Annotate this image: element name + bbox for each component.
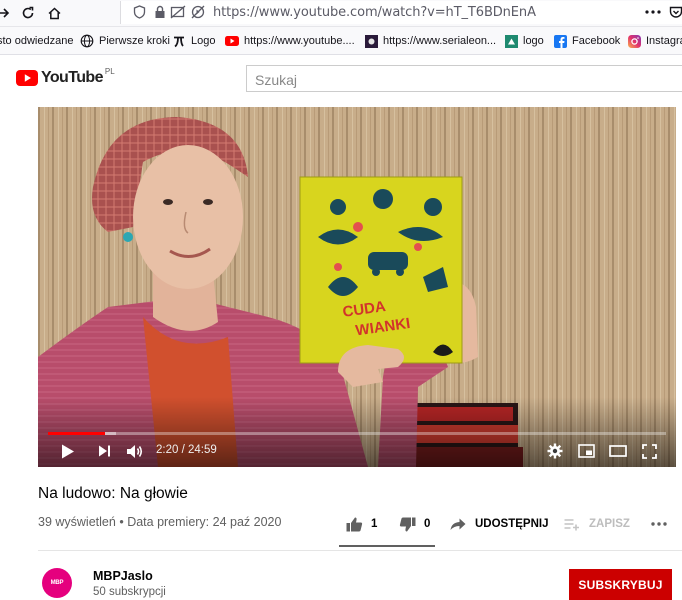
autoplay-blocked-icon[interactable] (190, 4, 206, 20)
shield-icon[interactable] (131, 4, 147, 20)
home-icon[interactable] (44, 3, 64, 23)
site-icon (364, 34, 378, 48)
video-player[interactable]: CUDA WIANKI 2:20 / 24:59 (38, 107, 676, 467)
next-button[interactable] (94, 441, 114, 461)
more-actions-icon[interactable] (643, 4, 663, 20)
volume-icon (127, 444, 143, 458)
channel-avatar-logo: MBP (50, 580, 64, 586)
next-icon (98, 445, 110, 457)
channel-name[interactable]: MBPJaslo (93, 569, 153, 583)
more-actions-button[interactable] (650, 513, 676, 535)
search-input[interactable] (253, 69, 677, 90)
fullscreen-button[interactable] (639, 441, 659, 461)
time-display: 2:20 / 24:59 (156, 444, 217, 456)
permissions-icon[interactable] (170, 4, 186, 20)
bookmark-most-visited[interactable]: sto odwiedzane (0, 33, 73, 49)
thumbs-down-icon (398, 515, 416, 533)
bookmark-logo-2[interactable]: logo (504, 33, 544, 49)
bookmark-label: sto odwiedzane (0, 35, 74, 47)
bookmark-label: Facebook (572, 35, 621, 47)
bookmark-label: Instagram (646, 35, 682, 47)
miniplayer-icon (577, 444, 595, 458)
bookmark-instagram[interactable]: Instagram (627, 33, 682, 49)
address-bar[interactable]: https://www.youtube.com/watch?v=hT_T6BDn… (120, 1, 682, 24)
theater-mode-button[interactable] (608, 441, 628, 461)
logo-wordmark: YouTube (41, 69, 103, 86)
premiere-date: Data premiery: 24 paź 2020 (127, 515, 282, 529)
more-horiz-icon (650, 515, 668, 533)
reload-icon[interactable] (18, 3, 38, 23)
save-label: ZAPISZ (589, 518, 630, 530)
progress-played (48, 432, 106, 435)
browser-toolbar: https://www.youtube.com/watch?v=hT_T6BDn… (0, 0, 682, 27)
instagram-icon (627, 34, 641, 48)
forward-icon[interactable] (0, 3, 14, 23)
bookmark-logo[interactable]: Logo (172, 33, 215, 49)
lock-icon[interactable] (152, 4, 168, 20)
bookmark-label: Pierwsze kroki (99, 35, 170, 47)
globe-icon (80, 34, 94, 48)
youtube-header: YouTube PL (0, 55, 682, 100)
tau-logo-icon (172, 34, 186, 48)
pocket-icon[interactable] (668, 4, 682, 20)
channel-avatar[interactable]: MBP (42, 568, 72, 598)
url-text[interactable]: https://www.youtube.com/watch?v=hT_T6BDn… (213, 5, 536, 20)
theater-icon (609, 445, 627, 457)
dislike-button[interactable]: 0 (398, 513, 430, 535)
bookmark-youtube[interactable]: https://www.youtube.... (225, 33, 355, 49)
play-icon (62, 444, 74, 458)
youtube-icon (225, 34, 239, 48)
gear-icon (547, 443, 563, 459)
volume-button[interactable] (125, 441, 145, 461)
subscriber-count: 50 subskrypcji (93, 586, 166, 598)
video-meta: 39 wyświetleń • Data premiery: 24 paź 20… (38, 515, 281, 529)
search-box[interactable] (246, 65, 682, 92)
bookmarks-bar: sto odwiedzane Pierwsze kroki Logo https… (0, 27, 682, 55)
thumbs-up-icon (345, 515, 363, 533)
youtube-play-icon (16, 70, 38, 86)
meta-separator: • (119, 515, 124, 529)
fullscreen-icon (641, 443, 657, 459)
settings-button[interactable] (545, 441, 565, 461)
miniplayer-button[interactable] (576, 441, 596, 461)
play-button[interactable] (58, 441, 78, 461)
share-label: UDOSTĘPNIJ (475, 518, 549, 530)
site-icon (504, 34, 518, 48)
bookmark-label: Logo (191, 35, 216, 47)
bookmark-label: https://www.serialeon... (383, 35, 497, 47)
bookmark-label: logo (523, 35, 544, 47)
facebook-icon (553, 34, 567, 48)
bookmark-serialeonline[interactable]: https://www.serialeon... (364, 33, 496, 49)
bookmark-label: https://www.youtube.... (244, 35, 355, 47)
view-count: 39 wyświetleń (38, 515, 116, 529)
subscribe-button[interactable]: SUBSKRYBUJ (569, 569, 672, 600)
sentiment-like-fill (339, 545, 435, 547)
save-button[interactable]: ZAPISZ (563, 513, 630, 535)
bookmark-getting-started[interactable]: Pierwsze kroki (80, 33, 170, 49)
share-button[interactable]: UDOSTĘPNIJ (449, 513, 549, 535)
dislike-count: 0 (424, 518, 431, 530)
sentiment-bar (339, 545, 435, 547)
bookmark-facebook[interactable]: Facebook (553, 33, 620, 49)
like-count: 1 (371, 518, 378, 530)
logo-region: PL (104, 67, 115, 76)
progress-bar[interactable] (48, 432, 666, 435)
add-to-playlist-icon (563, 515, 581, 533)
video-title: Na ludowo: Na głowie (38, 485, 188, 502)
youtube-logo[interactable]: YouTube PL (16, 67, 115, 86)
info-divider (38, 550, 682, 551)
like-button[interactable]: 1 (345, 513, 377, 535)
share-icon (449, 515, 467, 533)
